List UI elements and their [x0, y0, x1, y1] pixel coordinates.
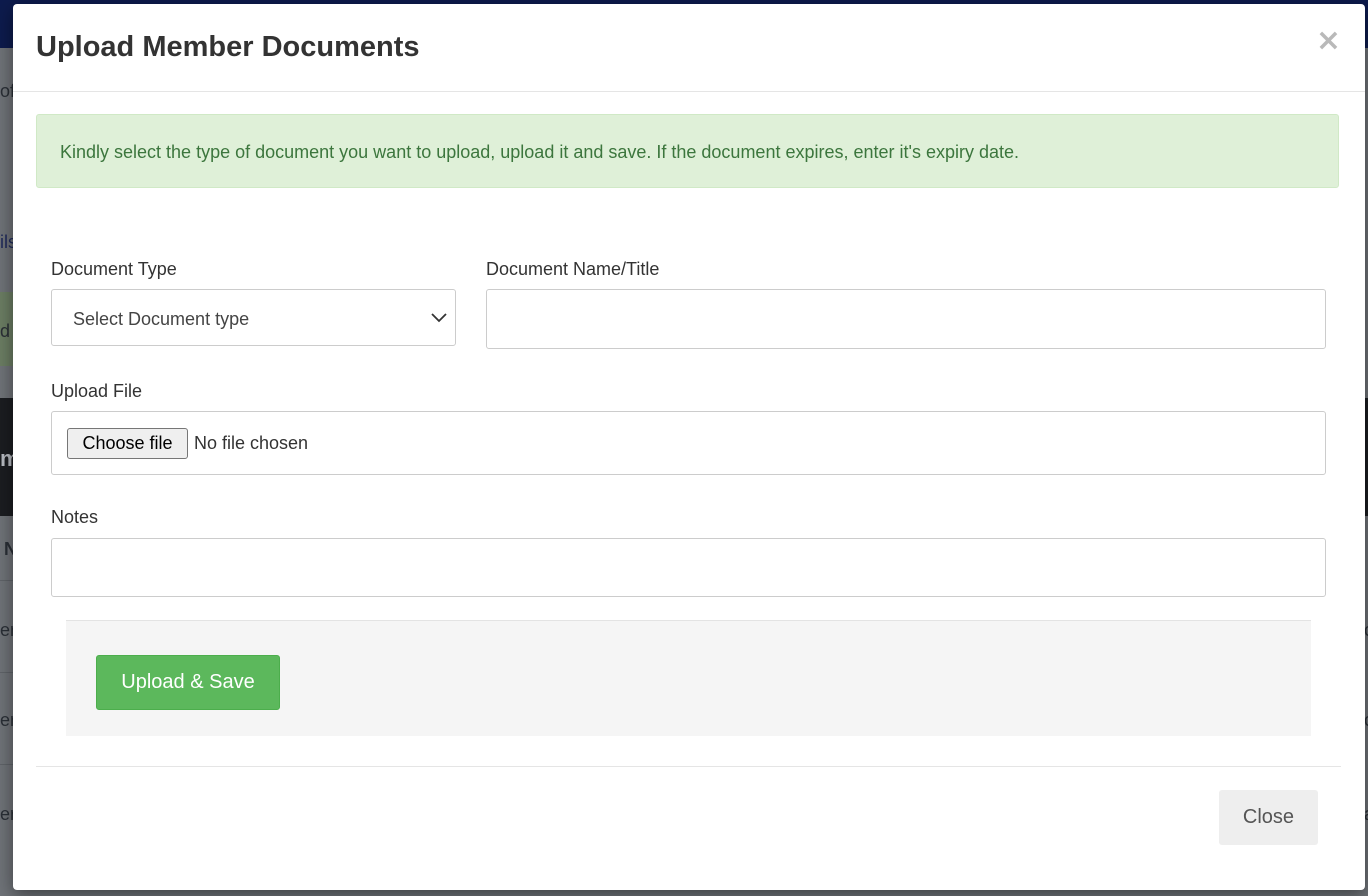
- notes-input[interactable]: [51, 538, 1326, 597]
- modal-header: Upload Member Documents ×: [13, 4, 1365, 92]
- info-alert: Kindly select the type of document you w…: [36, 114, 1339, 188]
- background-text: of: [0, 81, 14, 101]
- background-text: m: [0, 446, 14, 471]
- background-text: er: [0, 804, 14, 824]
- action-panel: Upload & Save: [66, 620, 1311, 736]
- background-text: ils: [0, 232, 14, 252]
- background-text: er: [0, 710, 14, 730]
- upload-file-label: Upload File: [51, 381, 143, 401]
- document-type-select[interactable]: Select Document type: [51, 289, 456, 346]
- background-divider: [0, 672, 14, 673]
- choose-file-button[interactable]: Choose file: [67, 428, 188, 459]
- file-input: Choose file No file chosen: [51, 411, 1326, 475]
- background-text: d: [0, 321, 11, 341]
- document-type-label: Document Type: [51, 259, 177, 279]
- background-divider: [0, 580, 14, 581]
- notes-label: Notes: [51, 507, 99, 527]
- chevron-down-icon: [431, 313, 447, 323]
- upload-documents-modal: Upload Member Documents × Kindly select …: [13, 4, 1365, 890]
- document-type-selected: Select Document type: [73, 309, 250, 329]
- document-name-label: Document Name/Title: [486, 259, 660, 279]
- close-button[interactable]: Close: [1219, 790, 1318, 845]
- modal-footer-divider: [36, 766, 1341, 767]
- document-name-input[interactable]: [486, 289, 1326, 349]
- background-text: er: [0, 620, 14, 640]
- modal-title: Upload Member Documents: [36, 31, 420, 63]
- close-icon[interactable]: ×: [1316, 24, 1341, 58]
- background-divider: [0, 764, 14, 765]
- file-status-text: No file chosen: [194, 433, 309, 453]
- upload-save-button[interactable]: Upload & Save: [96, 655, 280, 710]
